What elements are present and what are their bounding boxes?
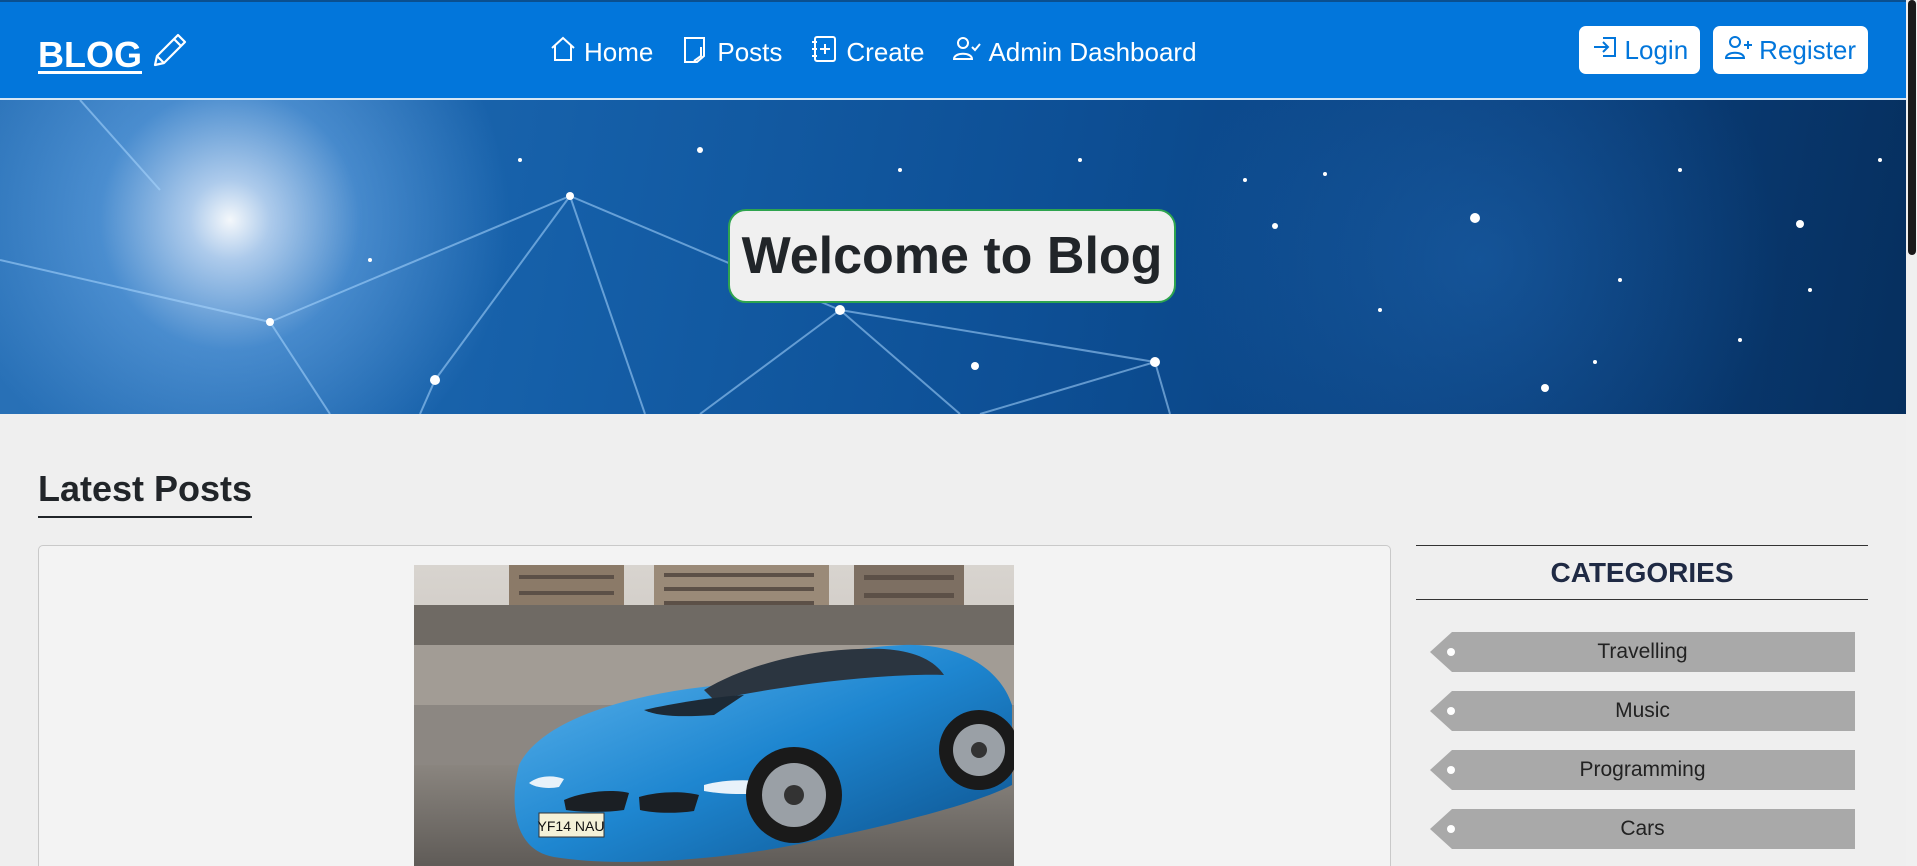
category-tag-travelling[interactable]: Travelling [1430, 632, 1855, 672]
category-label: Programming [1579, 758, 1706, 781]
journal-plus-icon [810, 34, 840, 71]
tag-hole-icon [1447, 707, 1455, 715]
login-button[interactable]: Login [1578, 26, 1701, 74]
nav-posts[interactable]: Posts [681, 34, 782, 71]
page-scrollbar[interactable] [1906, 0, 1917, 866]
category-label: Music [1615, 699, 1670, 722]
post-card[interactable]: YF14 NAU [38, 545, 1391, 866]
post-thumbnail-image[interactable]: YF14 NAU [414, 565, 1014, 866]
category-tag-cars[interactable]: Cars [1430, 809, 1855, 849]
login-label: Login [1624, 34, 1689, 65]
category-label: Travelling [1597, 640, 1688, 663]
nav-admin-dashboard[interactable]: Admin Dashboard [952, 34, 1197, 71]
nav-admin-label: Admin Dashboard [988, 37, 1197, 67]
hero-title: Welcome to Blog [728, 209, 1176, 303]
sticky-note-icon [681, 34, 711, 71]
latest-posts-heading: Latest Posts [38, 468, 253, 518]
navbar: BLOG Home Posts Create Admin Dashboard L… [0, 0, 1906, 100]
svg-text:YF14 NAU: YF14 NAU [538, 818, 605, 834]
person-plus-icon [1725, 33, 1753, 68]
register-label: Register [1759, 34, 1856, 65]
scrollbar-thumb[interactable] [1908, 0, 1916, 255]
register-button[interactable]: Register [1713, 26, 1868, 74]
category-label: Cars [1620, 817, 1665, 840]
tag-hole-icon [1447, 766, 1455, 774]
category-tag-programming[interactable]: Programming [1430, 750, 1855, 790]
nav-links: Home Posts Create Admin Dashboard [548, 34, 1197, 71]
tag-hole-icon [1447, 648, 1455, 656]
nav-create[interactable]: Create [810, 34, 924, 71]
person-check-icon [952, 34, 982, 71]
brand-link[interactable]: BLOG [38, 30, 190, 79]
nav-home[interactable]: Home [548, 34, 653, 71]
categories-heading: CATEGORIES [1416, 545, 1868, 600]
category-tag-music[interactable]: Music [1430, 691, 1855, 731]
nav-create-label: Create [846, 37, 925, 67]
login-icon [1591, 33, 1619, 68]
auth-buttons: Login Register [1578, 26, 1868, 74]
hero-banner: Welcome to Blog [0, 100, 1906, 414]
nav-posts-label: Posts [717, 37, 783, 67]
tag-hole-icon [1447, 825, 1455, 833]
house-icon [548, 34, 578, 71]
pencil-icon [150, 30, 190, 79]
nav-home-label: Home [584, 37, 654, 67]
brand-text: BLOG [38, 33, 142, 75]
